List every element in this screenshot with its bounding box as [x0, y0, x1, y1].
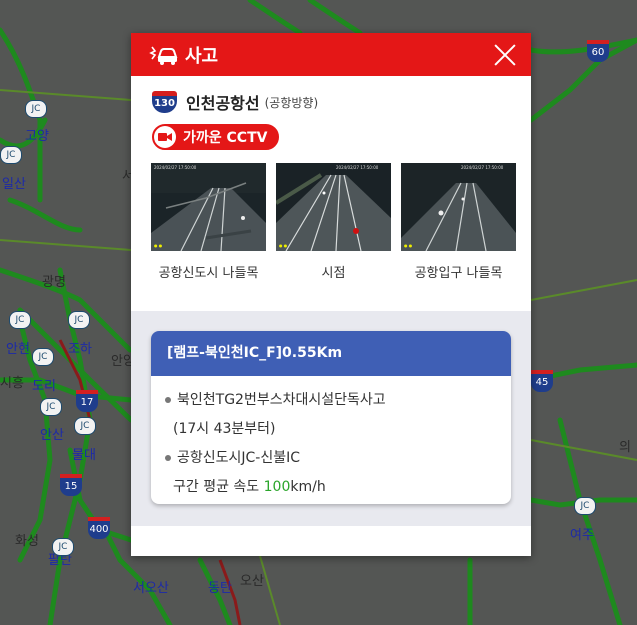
cctv-label[interactable]: 공항입구 나들목: [401, 262, 516, 281]
road-direction: (공항방향): [264, 95, 319, 110]
svg-text:● ●: ● ●: [154, 243, 163, 248]
cctv-list: 2024/02/27 17:50:00 ● ● 공항신도시 나들목 2024/0…: [131, 150, 531, 281]
bullet-icon: [165, 455, 171, 461]
cctv-thumbnail[interactable]: 2024/02/27 17:50:00 ● ●: [151, 163, 266, 251]
route-shield-17: 17: [76, 390, 98, 412]
incident-description-line: 북인천TG2번부스차대시설단독사고: [165, 386, 511, 415]
incident-description: 북인천TG2번부스차대시설단독사고: [177, 392, 386, 408]
map-label-siheung: 시흥: [0, 376, 24, 391]
cctv-timestamp: 2024/02/27 17:50:00: [154, 165, 197, 170]
section-line: 공항신도시JC-신불IC: [165, 444, 511, 473]
road-info: 130 인천공항선 (공항방향): [131, 76, 531, 114]
incident-popup: 사고 130 인천공항선 (공항방향) 가까운 CCTV 2024/02/27 …: [131, 33, 531, 556]
map-label-hwaseong: 화성: [15, 534, 39, 549]
cctv-item[interactable]: 2024/02/27 17:50:00 ● ● 공항신도시 나들목: [151, 163, 266, 281]
cctv-thumbnail[interactable]: 2024/02/27 17:50:00 ● ●: [401, 163, 516, 251]
car-crash-icon: [149, 46, 178, 65]
speed-prefix: 구간 평균 속도: [173, 479, 264, 495]
popup-title: 사고: [185, 45, 219, 67]
junction-marker[interactable]: JC: [32, 348, 54, 366]
cctv-label[interactable]: 공항신도시 나들목: [151, 262, 266, 281]
map-label-yeoju: 여주: [570, 528, 594, 543]
cctv-timestamp: 2024/02/27 17:50:00: [336, 165, 379, 170]
junction-marker[interactable]: JC: [40, 398, 62, 416]
junction-marker[interactable]: JC: [574, 497, 596, 515]
cctv-timestamp: 2024/02/27 17:50:00: [461, 165, 504, 170]
incident-details: 북인천TG2번부스차대시설단독사고 (17시 43분부터) 공항신도시JC-신불…: [151, 376, 511, 502]
cctv-item[interactable]: 2024/02/27 17:50:00 ● ● 공항입구 나들목: [401, 163, 516, 281]
route-shield-400: 400: [88, 517, 110, 539]
junction-marker[interactable]: JC: [68, 311, 90, 329]
route-shield-45: 45: [531, 370, 553, 392]
svg-text:● ●: ● ●: [279, 243, 288, 248]
route-shield-icon: 130: [152, 91, 177, 113]
section-name: 공항신도시JC-신불IC: [177, 450, 301, 466]
incident-card: [램프-북인천IC_F]0.55Km 북인천TG2번부스차대시설단독사고 (17…: [151, 331, 511, 504]
cctv-thumbnail[interactable]: 2024/02/27 17:50:00 ● ●: [276, 163, 391, 251]
svg-text:● ●: ● ●: [404, 243, 413, 248]
map-label-ansan: 안산: [40, 428, 64, 443]
map-label-dongtan: 동탄: [208, 581, 232, 596]
speed-unit: km/h: [290, 479, 326, 495]
map-label-osan: 오산: [240, 574, 264, 589]
map-label-anhyeon: 안현: [6, 342, 30, 357]
junction-marker[interactable]: JC: [52, 538, 74, 556]
route-number: 130: [152, 96, 177, 113]
junction-marker[interactable]: JC: [74, 417, 96, 435]
popup-header: 사고: [131, 33, 531, 76]
incident-start-time: (17시 43분부터): [173, 421, 276, 437]
map-label-ilsan: 일산: [2, 177, 26, 192]
map-label-partial: 의: [619, 440, 631, 455]
map-label-muldae: 물대: [72, 448, 96, 463]
bullet-icon: [165, 397, 171, 403]
map-label-dori: 도리: [32, 379, 56, 394]
incident-info-area: [램프-북인천IC_F]0.55Km 북인천TG2번부스차대시설단독사고 (17…: [131, 311, 531, 526]
incident-location: [램프-북인천IC_F]0.55Km: [151, 331, 511, 376]
speed-value: 100: [263, 479, 291, 495]
map-label-goyang: 고양: [25, 129, 49, 144]
nearby-cctv-label: 가까운 CCTV: [183, 130, 268, 146]
close-button[interactable]: [493, 43, 517, 67]
junction-marker[interactable]: JC: [9, 311, 31, 329]
map-label-joha: 조하: [68, 342, 92, 357]
map-label-gwangmyeong: 광명: [42, 275, 66, 290]
road-name: 인천공항선: [186, 94, 260, 113]
junction-marker[interactable]: JC: [25, 100, 47, 118]
map-label-seoosan: 서오산: [133, 581, 169, 596]
cctv-label[interactable]: 시점: [276, 262, 391, 281]
route-shield-60: 60: [587, 40, 609, 62]
average-speed: 구간 평균 속도 100km/h: [165, 473, 511, 502]
nearby-cctv-badge: 가까운 CCTV: [152, 124, 280, 150]
cctv-item[interactable]: 2024/02/27 17:50:00 ● ● 시점: [276, 163, 391, 281]
route-shield-15: 15: [60, 474, 82, 496]
video-camera-icon: [154, 126, 176, 148]
junction-marker[interactable]: JC: [0, 146, 22, 164]
